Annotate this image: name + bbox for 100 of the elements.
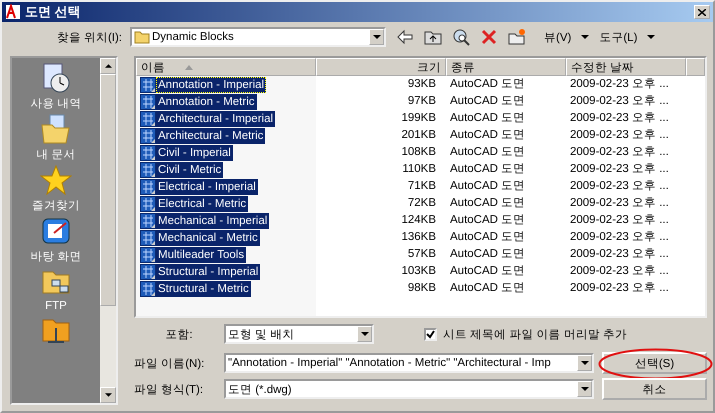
drawing-file-icon bbox=[140, 196, 156, 212]
file-name[interactable]: Annotation - Imperial bbox=[156, 76, 266, 92]
file-type: AutoCAD 도면 bbox=[449, 179, 526, 194]
caret-icon bbox=[580, 387, 588, 391]
dropdown-button[interactable] bbox=[369, 29, 384, 45]
file-size: 72KB bbox=[406, 196, 437, 211]
modified-date: 2009-02-23 오후 ... bbox=[570, 213, 670, 228]
file-name[interactable]: Civil - Imperial bbox=[156, 144, 233, 160]
look-in-dropdown[interactable]: Dynamic Blocks bbox=[130, 27, 386, 47]
drawing-file-icon bbox=[140, 264, 156, 280]
look-in-label: 찾을 위치(I): bbox=[56, 30, 123, 44]
caret-icon bbox=[372, 35, 380, 39]
file-size: 136KB bbox=[400, 230, 437, 245]
drawing-file-icon bbox=[140, 76, 156, 92]
search-icon[interactable] bbox=[452, 28, 470, 46]
file-type: AutoCAD 도면 bbox=[449, 145, 526, 160]
file-name[interactable]: Civil - Metric bbox=[156, 162, 224, 178]
scrollbar[interactable] bbox=[100, 58, 116, 403]
window-title: 도면 선택 bbox=[25, 3, 82, 21]
places-item[interactable]: FTP bbox=[40, 266, 72, 312]
drawing-file-icon bbox=[140, 246, 156, 262]
file-name[interactable]: Structural - Imperial bbox=[156, 264, 260, 280]
drawing-file-icon bbox=[140, 280, 156, 296]
file-name-label: 파일 이름(N): bbox=[134, 356, 206, 370]
down-arrow-icon[interactable] bbox=[104, 393, 112, 397]
file-name[interactable]: Annotation - Metric bbox=[156, 94, 257, 110]
file-size: 124KB bbox=[400, 213, 437, 228]
dropdown-button[interactable] bbox=[577, 355, 592, 371]
dialog-button[interactable]: 취소 bbox=[602, 378, 707, 400]
caret-icon bbox=[580, 361, 588, 365]
file-name[interactable]: Architectural - Imperial bbox=[156, 110, 276, 126]
file-type: AutoCAD 도면 bbox=[449, 162, 526, 177]
drawing-file-icon bbox=[140, 212, 156, 228]
file-size: 108KB bbox=[400, 145, 437, 160]
drawing-file-icon bbox=[140, 178, 156, 194]
file-size: 103KB bbox=[400, 264, 437, 279]
app-icon bbox=[5, 4, 21, 20]
modified-date: 2009-02-23 오후 ... bbox=[570, 128, 670, 143]
file-name[interactable]: Mechanical - Metric bbox=[156, 230, 260, 246]
close-button[interactable] bbox=[694, 5, 710, 19]
modified-date: 2009-02-23 오후 ... bbox=[570, 196, 670, 211]
up-arrow-icon[interactable] bbox=[104, 64, 112, 68]
file-size: 110KB bbox=[401, 162, 437, 177]
file-name[interactable]: Multileader Tools bbox=[156, 246, 246, 262]
drawing-file-icon bbox=[140, 110, 156, 126]
close-icon bbox=[698, 8, 706, 16]
back-arrow-icon[interactable] bbox=[396, 28, 414, 46]
column-header[interactable]: 크기 bbox=[316, 58, 446, 76]
new-folder-icon[interactable] bbox=[508, 28, 526, 46]
caret-icon[interactable] bbox=[647, 35, 656, 39]
file-name[interactable]: Mechanical - Imperial bbox=[156, 212, 270, 228]
file-type-dropdown[interactable]: 도면 (*.dwg) bbox=[224, 379, 594, 399]
modified-date: 2009-02-23 오후 ... bbox=[570, 264, 670, 279]
caret-icon[interactable] bbox=[581, 35, 590, 39]
file-name[interactable]: Electrical - Imperial bbox=[156, 178, 258, 194]
modified-date: 2009-02-23 오후 ... bbox=[570, 230, 670, 245]
places-item[interactable]: 바탕 화면 bbox=[30, 215, 82, 264]
file-name[interactable]: Structural - Metric bbox=[156, 280, 251, 296]
file-name[interactable]: Architectural - Metric bbox=[156, 128, 266, 144]
include-dropdown[interactable]: 모형 및 배치 bbox=[224, 324, 374, 344]
file-size: 201KB bbox=[400, 128, 437, 143]
column-header[interactable]: 수정한 날짜 bbox=[566, 58, 686, 76]
view-menu[interactable]: 뷰(V) bbox=[544, 30, 572, 44]
modified-date: 2009-02-23 오후 ... bbox=[570, 281, 670, 296]
column-header[interactable]: 종류 bbox=[446, 58, 566, 76]
column-header[interactable]: 이름 bbox=[136, 58, 316, 76]
checkbox-label: 시트 제목에 파일 이름 머리말 추가 bbox=[443, 328, 627, 342]
modified-date: 2009-02-23 오후 ... bbox=[570, 162, 670, 177]
modified-date: 2009-02-23 오후 ... bbox=[570, 111, 670, 126]
modified-date: 2009-02-23 오후 ... bbox=[570, 179, 670, 194]
tools-menu[interactable]: 도구(L) bbox=[599, 30, 638, 44]
file-type: AutoCAD 도면 bbox=[449, 196, 526, 211]
file-name-field[interactable]: "Annotation - Imperial" "Annotation - Metric" "Architectural - Imp bbox=[224, 353, 594, 373]
checkbox[interactable] bbox=[424, 328, 437, 340]
open-folder-icon bbox=[40, 113, 72, 145]
file-type: AutoCAD 도면 bbox=[449, 281, 526, 296]
places-item[interactable]: 즐겨찾기 bbox=[32, 164, 80, 213]
file-type: AutoCAD 도면 bbox=[449, 77, 526, 92]
file-type-label: 파일 형식(T): bbox=[134, 382, 204, 396]
caret-icon bbox=[360, 332, 368, 336]
drawing-file-icon bbox=[140, 94, 156, 110]
modified-date: 2009-02-23 오후 ... bbox=[570, 94, 670, 109]
file-size: 97KB bbox=[406, 94, 437, 109]
file-type: AutoCAD 도면 bbox=[449, 264, 526, 279]
modified-date: 2009-02-23 오후 ... bbox=[570, 77, 670, 92]
modified-date: 2009-02-23 오후 ... bbox=[570, 247, 670, 262]
file-type: AutoCAD 도면 bbox=[449, 247, 526, 262]
drawing-file-icon bbox=[140, 162, 156, 178]
file-size: 98KB bbox=[406, 281, 437, 296]
delete-icon[interactable] bbox=[480, 28, 498, 46]
dropdown-button[interactable] bbox=[577, 381, 592, 397]
modified-date: 2009-02-23 오후 ... bbox=[570, 145, 670, 160]
file-type: AutoCAD 도면 bbox=[449, 94, 526, 109]
file-name[interactable]: Electrical - Metric bbox=[156, 196, 248, 212]
drawing-file-icon bbox=[140, 128, 156, 144]
places-item[interactable]: 내 문서 bbox=[36, 113, 76, 162]
dropdown-button[interactable] bbox=[357, 326, 372, 342]
file-type: AutoCAD 도면 bbox=[449, 128, 526, 143]
places-item[interactable]: 사용 내역 bbox=[30, 62, 82, 111]
star-icon bbox=[40, 164, 72, 196]
